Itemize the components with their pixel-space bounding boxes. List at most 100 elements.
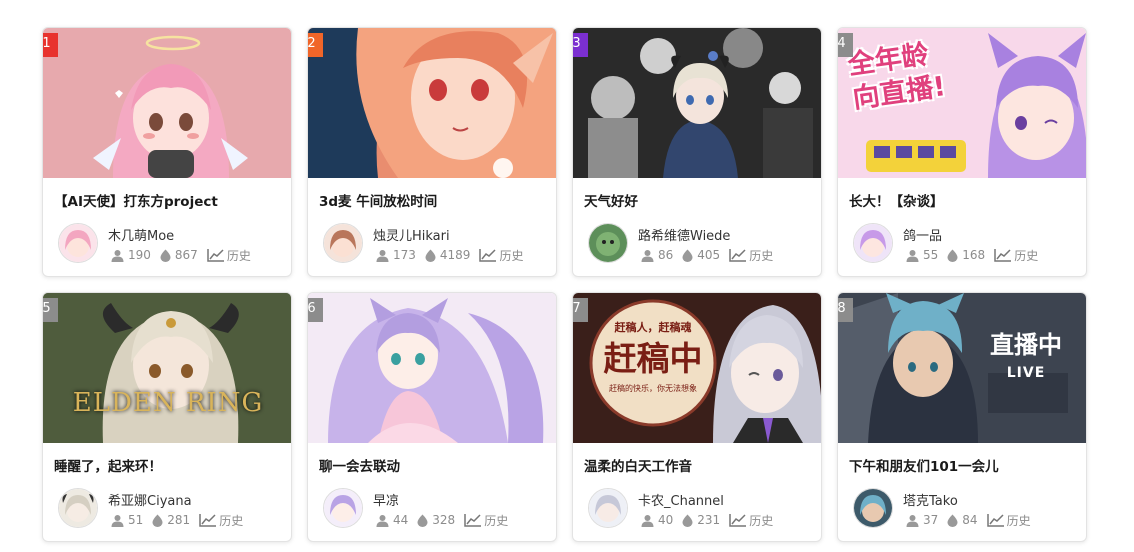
streamer-name[interactable]: 鸽一品 [903,225,942,244]
cover-image[interactable]: 直播中 LIVE [838,293,1086,443]
history-link[interactable]: 历史 [729,247,773,264]
flame-icon [425,249,436,262]
room-stats: 190 867 历史 [111,247,260,263]
cover-image[interactable]: 全年龄 向直播! [838,28,1086,178]
streamer-name[interactable]: 卡农_Channel [638,490,724,509]
cover-art [43,293,291,443]
rank-badge: 5 [43,298,58,322]
history-link[interactable]: 历史 [994,247,1038,264]
like-count: 4189 [425,248,470,262]
viewer-count: 173 [376,248,416,262]
streamer-name[interactable]: 塔克Tako [903,490,958,509]
person-icon [906,249,919,262]
like-count: 328 [417,513,455,527]
live-room-card[interactable]: 7 赶稿人，赶稿魂 赶稿中 赶稿的快乐，你无法想象 温柔的白天工作音 卡农_Ch… [572,292,822,542]
cover-image[interactable]: ELDEN RING [43,293,291,443]
room-title[interactable]: 3d麦 午间放松时间 [319,190,549,210]
room-title[interactable]: 天气好好 [584,190,814,210]
live-room-card[interactable]: 6 聊一会去联动 早凉 44 328 历史 [307,292,557,542]
room-stats: 40 231 历史 [641,512,782,528]
room-title[interactable]: 长大！【杂谈】 [849,190,1079,210]
live-room-card[interactable]: 3 天气好好 路希维德Wiede 86 405 历史 [572,27,822,277]
history-link[interactable]: 历史 [729,512,773,529]
avatar[interactable] [58,223,98,263]
viewer-count: 40 [641,513,673,527]
rank-badge: 1 [43,33,58,57]
cover-image[interactable] [308,293,556,443]
viewer-count: 44 [376,513,408,527]
avatar[interactable] [853,223,893,263]
streamer-name[interactable]: 希亚娜Ciyana [108,490,192,509]
rank-badge: 8 [838,298,853,322]
room-title[interactable]: 下午和朋友们101一会儿 [849,455,1079,475]
trend-line-icon [199,514,217,527]
room-stats: 173 4189 历史 [376,247,532,263]
viewer-count: 37 [906,513,938,527]
person-icon [111,514,124,527]
history-link[interactable]: 历史 [986,512,1031,529]
rank-badge: 6 [308,298,323,322]
streamer-name[interactable]: 木几萌Moe [108,225,174,244]
trend-line-icon [729,249,747,262]
person-icon [376,514,389,527]
viewer-count: 51 [111,513,143,527]
rank-badge: 7 [573,298,588,322]
flame-icon [947,249,958,262]
live-room-card[interactable]: 4 全年龄 向直播! 长大！【杂谈】 鸽一品 55 168 历史 [837,27,1087,277]
viewer-count: 86 [641,248,673,262]
room-stats: 86 405 历史 [641,247,782,263]
live-room-card[interactable]: 1 【AI天使】打东方project 木几萌Moe 190 867 历史 [42,27,292,277]
cover-image[interactable] [43,28,291,178]
like-count: 168 [947,248,985,262]
viewer-count: 55 [906,248,938,262]
avatar[interactable] [588,488,628,528]
avatar[interactable] [323,223,363,263]
room-stats: 44 328 历史 [376,512,517,528]
room-stats: 55 168 历史 [906,247,1047,263]
room-title[interactable]: 聊一会去联动 [319,455,549,475]
like-count: 84 [947,513,978,527]
streamer-name[interactable]: 路希维德Wiede [638,225,730,244]
trend-line-icon [729,514,747,527]
trend-line-icon [479,249,497,262]
history-link[interactable]: 历史 [464,512,508,529]
history-link[interactable]: 历史 [207,247,251,264]
streamer-name[interactable]: 早凉 [373,490,399,509]
avatar[interactable] [588,223,628,263]
live-room-card[interactable]: 5 ELDEN RING 睡醒了，起来环！ 希亚娜Ciyana 51 281 历… [42,292,292,542]
history-link[interactable]: 历史 [199,512,243,529]
cover-image[interactable] [308,28,556,178]
flame-icon [160,249,171,262]
person-icon [376,249,389,262]
person-icon [906,514,919,527]
flame-icon [947,514,958,527]
room-title[interactable]: 温柔的白天工作音 [584,455,814,475]
avatar[interactable] [853,488,893,528]
cover-text-overlay: 赶稿人，赶稿魂 赶稿中 赶稿的快乐，你无法想象 [603,321,703,393]
room-stats: 51 281 历史 [111,512,252,528]
like-count: 231 [682,513,720,527]
live-room-card[interactable]: 2 3d麦 午间放松时间 烛灵儿Hikari 173 4189 历史 [307,27,557,277]
avatar[interactable] [58,488,98,528]
like-count: 867 [160,248,198,262]
person-icon [641,514,654,527]
viewer-count: 190 [111,248,151,262]
cover-art [308,28,556,178]
rank-badge: 2 [308,33,323,57]
history-link[interactable]: 历史 [479,247,523,264]
room-title[interactable]: 睡醒了，起来环！ [54,455,284,475]
cover-text-overlay: 直播中 LIVE [990,331,1062,381]
flame-icon [682,514,693,527]
trend-line-icon [986,514,1004,527]
rank-badge: 4 [838,33,853,57]
avatar[interactable] [323,488,363,528]
cover-image[interactable] [573,28,821,178]
cover-art [308,293,556,443]
room-title[interactable]: 【AI天使】打东方project [54,190,284,210]
streamer-name[interactable]: 烛灵儿Hikari [373,225,450,244]
cover-image[interactable]: 赶稿人，赶稿魂 赶稿中 赶稿的快乐，你无法想象 [573,293,821,443]
cover-art [43,28,291,178]
flame-icon [682,249,693,262]
room-stats: 37 84 历史 [906,512,1040,528]
live-room-card[interactable]: 8 直播中 LIVE 下午和朋友们101一会儿 塔克Tako 37 84 历史 [837,292,1087,542]
